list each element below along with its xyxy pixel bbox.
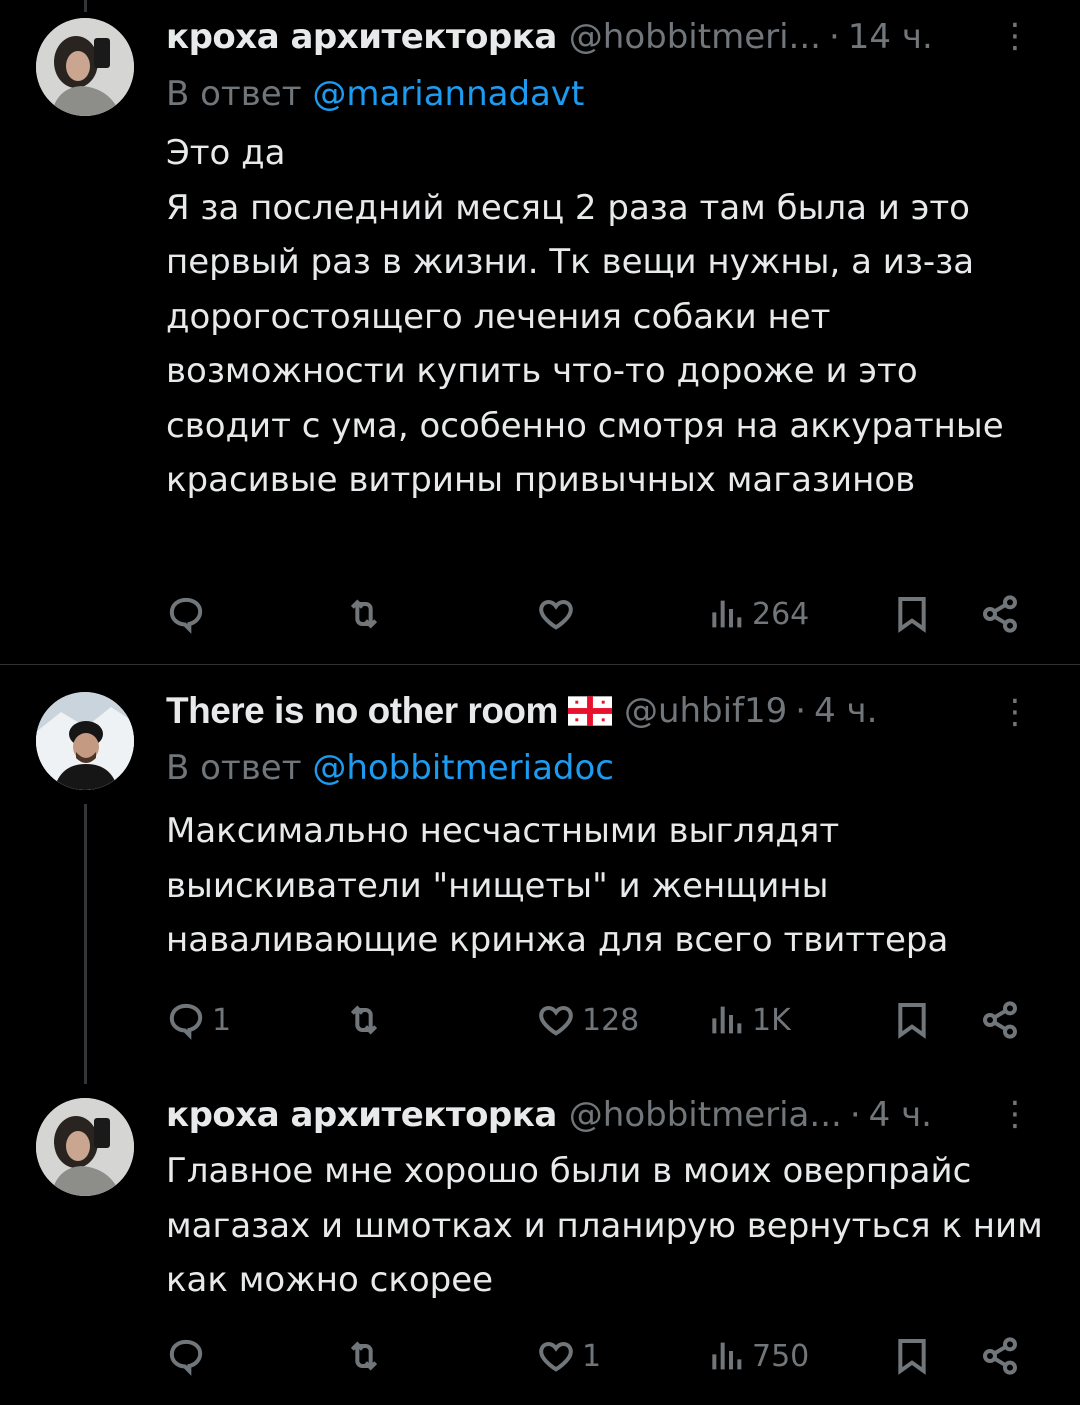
reply-icon (169, 1003, 203, 1040)
share-icon (983, 1001, 1017, 1039)
views-button[interactable]: 264 (706, 584, 809, 644)
georgia-flag-icon (567, 696, 612, 726)
retweet-icon (350, 1341, 378, 1371)
more-icon[interactable]: ⋮ (998, 16, 1032, 56)
reply-context: В ответ @mariannadavt (166, 66, 1046, 122)
bookmark-button[interactable] (892, 990, 932, 1050)
tweet-header: кроха архитекторка @hobbitmeria... · 4 ч… (166, 1086, 1046, 1144)
bookmark-icon (898, 1003, 926, 1039)
bookmark-icon (898, 1339, 926, 1375)
bookmark-button[interactable] (892, 1326, 932, 1386)
reply-context: В ответ @hobbitmeriadoc (166, 740, 1046, 796)
views-icon (712, 600, 742, 628)
tweet-actions: 1 750 (166, 1326, 1026, 1386)
tweet-actions: 264 (166, 584, 1026, 644)
reply-mention-link[interactable]: @hobbitmeriadoc (312, 748, 614, 788)
avatar[interactable] (36, 1098, 134, 1196)
reply-prefix: В ответ (166, 748, 302, 788)
display-name[interactable]: There is no other room (166, 690, 558, 732)
reply-button[interactable] (166, 1326, 212, 1386)
share-icon (983, 1337, 1017, 1375)
more-icon[interactable]: ⋮ (998, 1094, 1032, 1134)
tweet-text: Максимально несчастными выглядят выискив… (166, 811, 949, 960)
bookmark-button[interactable] (892, 584, 932, 644)
avatar[interactable] (36, 18, 134, 116)
timestamp[interactable]: 14 ч. (848, 17, 933, 57)
thread-connector (84, 804, 87, 1084)
like-icon (539, 1005, 573, 1036)
share-icon (983, 595, 1017, 633)
retweet-button[interactable] (344, 1326, 390, 1386)
user-handle[interactable]: @hobbitmeri... (569, 17, 821, 57)
tweet-text: Главное мне хорошо были в моих оверпрайс… (166, 1151, 1054, 1300)
user-handle[interactable]: @hobbitmeria... (569, 1095, 842, 1135)
display-name[interactable]: кроха архитекторка (166, 1095, 557, 1135)
retweet-icon (350, 599, 378, 629)
tweet-text: Это да Я за последний месяц 2 раза там б… (166, 133, 1004, 500)
reply-icon (169, 597, 203, 634)
like-button[interactable]: 1 (536, 1326, 601, 1386)
views-count: 750 (752, 1338, 810, 1374)
more-icon[interactable]: ⋮ (998, 692, 1032, 732)
separator-dot: · (849, 1095, 861, 1135)
reply-mention-link[interactable]: @mariannadavt (312, 74, 584, 114)
like-button[interactable] (536, 584, 582, 644)
views-icon (712, 1342, 742, 1370)
reply-icon (169, 1339, 203, 1376)
reply-count: 1 (212, 1002, 232, 1038)
tweet-3[interactable]: кроха архитекторка @hobbitmeria... · 4 ч… (0, 1084, 1080, 1405)
like-icon (539, 599, 573, 630)
reply-button[interactable] (166, 584, 212, 644)
user-handle[interactable]: @uhbif19 (624, 691, 787, 731)
tweet-header: There is no other room @uhbif19 · 4 ч. (166, 682, 1046, 740)
display-name[interactable]: кроха архитекторка (166, 17, 557, 57)
views-icon (712, 1006, 742, 1034)
tweet-header: кроха архитекторка @hobbitmeri... · 14 ч… (166, 8, 1046, 66)
timestamp[interactable]: 4 ч. (814, 691, 877, 731)
like-count: 1 (582, 1338, 602, 1374)
tweet-2[interactable]: There is no other room @uhbif19 · 4 ч. В… (0, 664, 1080, 1084)
like-count: 128 (582, 1002, 640, 1038)
like-button[interactable]: 128 (536, 990, 639, 1050)
retweet-icon (350, 1005, 378, 1035)
bookmark-icon (898, 597, 926, 633)
tweet-1[interactable]: кроха архитекторка @hobbitmeri... · 14 ч… (0, 0, 1080, 664)
avatar[interactable] (36, 692, 134, 790)
share-button[interactable] (980, 990, 1020, 1050)
tweet-actions: 1 128 1K (166, 990, 1026, 1050)
retweet-button[interactable] (344, 990, 390, 1050)
share-button[interactable] (980, 584, 1020, 644)
views-button[interactable]: 750 (706, 1326, 809, 1386)
retweet-button[interactable] (344, 584, 390, 644)
views-count: 264 (752, 596, 810, 632)
separator-dot: · (795, 691, 807, 731)
timestamp[interactable]: 4 ч. (869, 1095, 932, 1135)
reply-button[interactable]: 1 (166, 990, 231, 1050)
reply-prefix: В ответ (166, 74, 302, 114)
share-button[interactable] (980, 1326, 1020, 1386)
views-count: 1K (752, 1002, 791, 1038)
separator-dot: · (828, 17, 840, 57)
like-icon (539, 1341, 573, 1372)
views-button[interactable]: 1K (706, 990, 791, 1050)
